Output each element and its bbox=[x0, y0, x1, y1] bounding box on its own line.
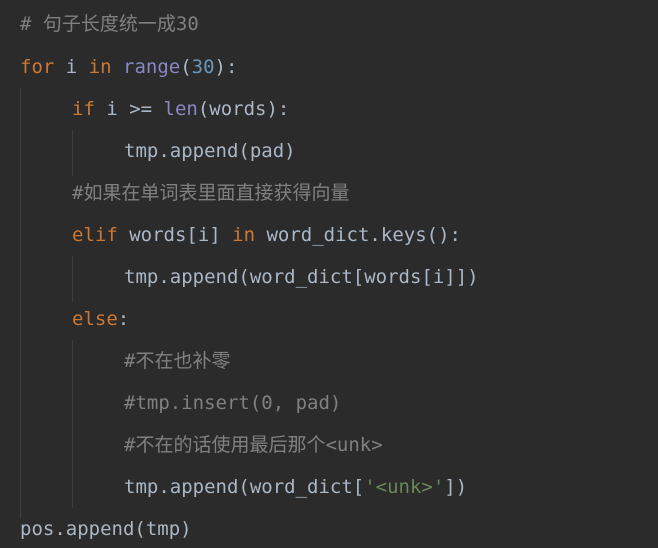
code-line: tmp.append(pad) bbox=[124, 137, 296, 165]
code-token: if bbox=[72, 98, 95, 120]
code-line: #tmp.insert(0, pad) bbox=[124, 389, 341, 417]
indent-guide bbox=[72, 256, 73, 302]
code-editor[interactable]: # 句子长度统一成30 for i in range(30): if i >= … bbox=[0, 0, 658, 548]
code-token: in bbox=[88, 56, 112, 78]
code-line: if i >= len(words): bbox=[72, 95, 289, 123]
code-token: tmp.append(pad) bbox=[124, 140, 296, 162]
code-token: #tmp.insert(0, pad) bbox=[124, 392, 342, 414]
code-token: in bbox=[232, 224, 256, 246]
code-token: len bbox=[163, 98, 198, 120]
code-token: elif bbox=[72, 224, 118, 246]
code-token: word_dict.keys(): bbox=[255, 224, 461, 246]
code-line: #不在的话使用最后那个<unk> bbox=[124, 431, 383, 459]
indent-guide bbox=[20, 88, 21, 518]
code-token: words[i] bbox=[117, 224, 233, 246]
code-token: i bbox=[54, 56, 89, 78]
code-token: tmp.append(word_dict[ bbox=[124, 476, 365, 498]
code-line: # 句子长度统一成30 bbox=[20, 10, 199, 38]
code-line: tmp.append(word_dict['<unk>']) bbox=[124, 473, 467, 501]
code-token: #不在也补零 bbox=[124, 350, 231, 372]
code-token: for bbox=[20, 56, 55, 78]
code-line: else: bbox=[72, 305, 129, 333]
indent-guide bbox=[72, 340, 73, 508]
code-token: #不在的话使用最后那个<unk> bbox=[124, 434, 383, 456]
code-token: ]) bbox=[444, 476, 468, 498]
code-line: elif words[i] in word_dict.keys(): bbox=[72, 221, 461, 249]
indent-guide bbox=[72, 130, 73, 176]
code-token: else bbox=[72, 308, 118, 330]
code-token: i >= bbox=[94, 98, 164, 120]
code-line: for i in range(30): bbox=[20, 53, 237, 81]
code-line: tmp.append(word_dict[words[i]]) bbox=[124, 263, 479, 291]
code-line: #不在也补零 bbox=[124, 347, 230, 375]
code-token: ): bbox=[214, 56, 238, 78]
code-token: # 句子长度统一成30 bbox=[20, 13, 199, 35]
code-line: pos.append(tmp) bbox=[20, 515, 192, 543]
code-token: range bbox=[123, 56, 181, 78]
code-token: '<unk>' bbox=[364, 476, 445, 498]
code-token: ( bbox=[180, 56, 192, 78]
code-token: #如果在单词表里面直接获得向量 bbox=[72, 182, 350, 204]
code-token: : bbox=[117, 308, 130, 330]
code-token: 30 bbox=[191, 56, 215, 78]
code-line: #如果在单词表里面直接获得向量 bbox=[72, 179, 349, 207]
code-token: pos.append(tmp) bbox=[20, 518, 192, 540]
code-token: tmp.append(word_dict[words[i]]) bbox=[124, 266, 479, 288]
code-token: (words): bbox=[197, 98, 290, 120]
